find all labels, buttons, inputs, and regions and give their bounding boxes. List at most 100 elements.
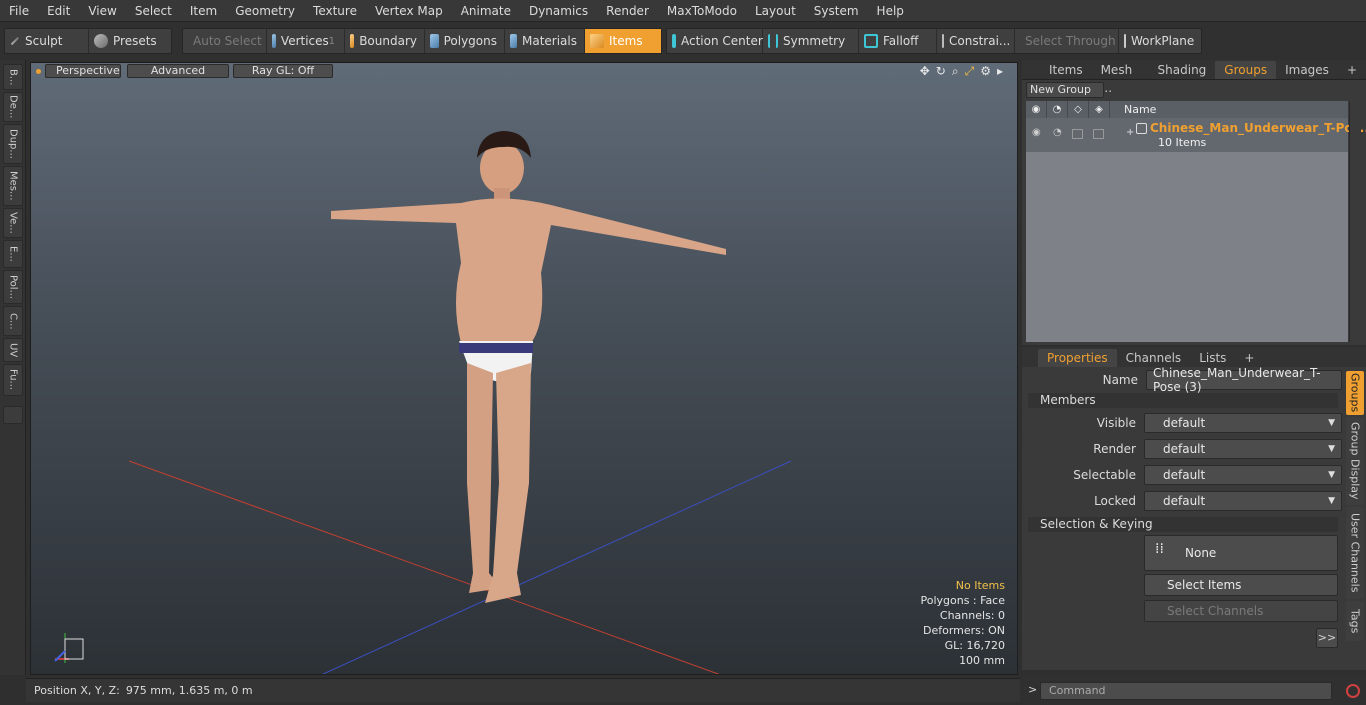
- name-column-header[interactable]: Name: [1110, 103, 1156, 116]
- pan-icon[interactable]: ✥: [920, 64, 930, 79]
- add-property-tab-icon[interactable]: +: [1235, 349, 1263, 367]
- menu-view[interactable]: View: [79, 4, 125, 18]
- tab-shading[interactable]: Shading: [1149, 61, 1216, 79]
- command-input[interactable]: Command: [1040, 681, 1332, 700]
- select-checkbox[interactable]: [1072, 129, 1083, 139]
- left-tab-edge[interactable]: E...: [3, 240, 23, 268]
- record-macro-icon[interactable]: [1346, 683, 1360, 698]
- render-row: Render default ▼: [1022, 438, 1342, 460]
- left-tab-deform[interactable]: De...: [3, 92, 23, 122]
- visibility-column-icon[interactable]: ◉: [1026, 101, 1047, 118]
- materials-button[interactable]: Materials: [505, 29, 585, 53]
- rotate-icon[interactable]: ↻: [936, 64, 946, 79]
- select-channels-button[interactable]: Select Channels: [1144, 600, 1338, 622]
- items-button[interactable]: Items: [585, 29, 661, 53]
- fit-icon[interactable]: ⤢: [965, 64, 975, 79]
- new-group-button[interactable]: New Group: [1026, 82, 1104, 98]
- name-label: Name: [1102, 373, 1138, 387]
- status-bar: Position X, Y, Z: 975 mm, 1.635 m, 0 m: [26, 678, 1020, 702]
- menu-render[interactable]: Render: [597, 4, 658, 18]
- viewport-nav-tools: ✥ ↻ ⌕ ⤢ ⚙ ▸: [920, 64, 1003, 79]
- side-tab-user-channels[interactable]: User Channels: [1346, 507, 1364, 599]
- tab-items[interactable]: Items: [1040, 61, 1092, 79]
- menu-edit[interactable]: Edit: [38, 4, 79, 18]
- menu-help[interactable]: Help: [868, 4, 913, 18]
- raygl-toggle[interactable]: Ray GL: Off: [233, 64, 333, 78]
- viewport-settings-icon[interactable]: ⚙: [980, 64, 991, 79]
- selectable-label: Selectable: [1073, 468, 1136, 482]
- lock-column-icon[interactable]: ◈: [1089, 101, 1110, 118]
- left-tab-vertex[interactable]: Ve...: [3, 208, 23, 238]
- workplane-button[interactable]: WorkPlane: [1119, 29, 1201, 53]
- eye-icon[interactable]: ◉: [1032, 127, 1041, 138]
- menu-file[interactable]: File: [0, 4, 38, 18]
- selection-keying-section[interactable]: Selection & Keying: [1028, 517, 1338, 532]
- vertices-button[interactable]: Vertices 1: [267, 29, 345, 53]
- presets-button[interactable]: Presets: [89, 29, 171, 53]
- menu-select[interactable]: Select: [126, 4, 181, 18]
- tab-groups[interactable]: Groups: [1215, 61, 1277, 79]
- auto-select-button[interactable]: Auto Select: [183, 29, 267, 53]
- expand-icon[interactable]: +: [1126, 127, 1134, 138]
- left-tab-mesh[interactable]: Mes...: [3, 166, 23, 206]
- key-dots-icon: ⁞⁞: [1155, 541, 1164, 557]
- left-tab-curve[interactable]: C...: [3, 306, 23, 336]
- tab-channels[interactable]: Channels: [1117, 349, 1191, 367]
- polygons-button[interactable]: Polygons: [425, 29, 505, 53]
- select-column-icon[interactable]: ◇: [1068, 101, 1089, 118]
- boundary-button[interactable]: Boundary: [345, 29, 425, 53]
- group-row[interactable]: ◉ ◔ + Chinese_Man_Underwear_T-Pos... 10 …: [1026, 118, 1366, 152]
- menu-item[interactable]: Item: [181, 4, 226, 18]
- tab-properties[interactable]: Properties: [1038, 349, 1117, 367]
- visible-dropdown[interactable]: default ▼: [1144, 413, 1342, 433]
- menu-texture[interactable]: Texture: [304, 4, 366, 18]
- left-tab-extra[interactable]: [3, 406, 23, 424]
- menu-animate[interactable]: Animate: [452, 4, 520, 18]
- render-dropdown[interactable]: default ▼: [1144, 439, 1342, 459]
- left-tab-uv[interactable]: UV: [3, 338, 23, 362]
- groups-scrollbar[interactable]: [1349, 101, 1361, 342]
- materials-icon: [510, 34, 517, 48]
- none-button[interactable]: ⁞⁞ None: [1144, 535, 1338, 571]
- left-tab-fusion[interactable]: Fu...: [3, 364, 23, 396]
- falloff-button[interactable]: Falloff: [859, 29, 937, 53]
- selectable-dropdown[interactable]: default ▼: [1144, 465, 1342, 485]
- menu-vertex-map[interactable]: Vertex Map: [366, 4, 452, 18]
- zoom-icon[interactable]: ⌕: [952, 64, 959, 79]
- add-tab-icon[interactable]: +: [1338, 61, 1366, 79]
- axis-gizmo: [54, 633, 84, 663]
- left-tab-duplicate[interactable]: Dup...: [3, 124, 23, 164]
- select-through-button[interactable]: Select Through: [1015, 29, 1119, 53]
- group-name-field[interactable]: Chinese_Man_Underwear_T-Pose (3): [1146, 366, 1342, 394]
- symmetry-icon: [768, 34, 778, 48]
- menu-maxtomodo[interactable]: MaxToModo: [658, 4, 746, 18]
- left-tab-basic[interactable]: B...: [3, 64, 23, 90]
- symmetry-button[interactable]: Symmetry: [763, 29, 859, 53]
- 3d-viewport[interactable]: Perspective Advanced Ray GL: Off ✥ ↻ ⌕ ⤢…: [30, 62, 1018, 675]
- sculpt-button[interactable]: Sculpt: [5, 29, 89, 53]
- select-items-button[interactable]: Select Items: [1144, 574, 1338, 596]
- side-tab-groups[interactable]: Groups: [1346, 371, 1364, 415]
- menu-dynamics[interactable]: Dynamics: [520, 4, 597, 18]
- menu-system[interactable]: System: [805, 4, 868, 18]
- tab-images[interactable]: Images: [1276, 61, 1338, 79]
- tab-mesh[interactable]: Mesh ...: [1092, 61, 1149, 95]
- shading-mode-selector[interactable]: Advanced: [127, 64, 229, 78]
- members-section[interactable]: Members: [1028, 393, 1338, 408]
- side-tab-tags[interactable]: Tags: [1346, 601, 1364, 641]
- side-tab-group-display[interactable]: Group Display: [1346, 417, 1364, 505]
- action-center-button[interactable]: Action Center: [667, 29, 763, 53]
- expand-arrow-icon[interactable]: ▸: [997, 64, 1003, 79]
- constraints-button[interactable]: Constrai...: [937, 29, 1015, 53]
- viewport-menu-dot[interactable]: [36, 68, 41, 74]
- more-button[interactable]: >>: [1316, 628, 1338, 648]
- tab-lists[interactable]: Lists: [1190, 349, 1235, 367]
- menu-geometry[interactable]: Geometry: [226, 4, 304, 18]
- lock-checkbox[interactable]: [1093, 129, 1104, 139]
- render-icon[interactable]: ◔: [1053, 127, 1062, 138]
- view-type-selector[interactable]: Perspective: [45, 64, 121, 78]
- left-tab-polygon[interactable]: Pol...: [3, 270, 23, 304]
- menu-layout[interactable]: Layout: [746, 4, 805, 18]
- locked-dropdown[interactable]: default ▼: [1144, 491, 1342, 511]
- render-column-icon[interactable]: ◔: [1047, 101, 1068, 118]
